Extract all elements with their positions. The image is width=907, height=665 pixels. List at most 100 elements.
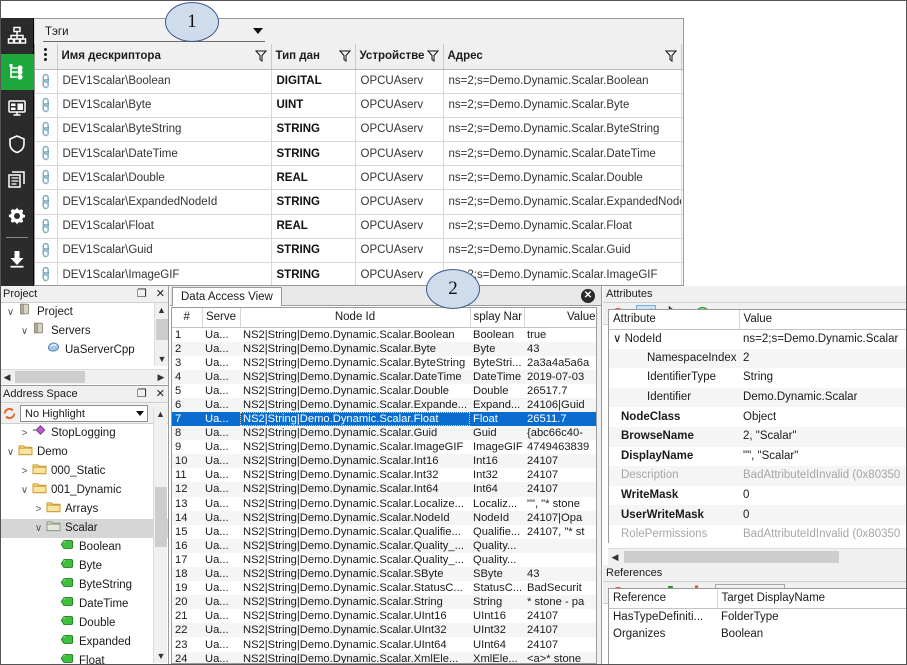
tree-item-stoplogging[interactable]: > StopLogging <box>0 424 168 443</box>
tree-item-bytestring[interactable]: ByteString <box>0 576 168 595</box>
dav-column-nodeid[interactable]: Node Id <box>240 308 471 328</box>
table-row[interactable]: 3 Ua... NS2|String|Demo.Dynamic.Scalar.Byt… <box>172 356 596 370</box>
table-row[interactable]: NodeClass Object <box>609 407 907 427</box>
refresh-icon[interactable] <box>2 406 17 421</box>
link-icon[interactable]: 🔗 <box>35 69 58 94</box>
dav-column-index[interactable]: # <box>172 308 203 328</box>
download-icon[interactable] <box>0 241 34 277</box>
twisty-icon[interactable]: ∨ <box>18 322 31 341</box>
table-row[interactable]: 4 Ua... NS2|String|Demo.Dynamic.Scalar.Dat… <box>172 369 596 384</box>
close-circle-icon[interactable]: ✕ <box>581 289 595 303</box>
tree-item-uaservercpp[interactable]: UaServerCpp <box>0 341 154 360</box>
table-row[interactable]: 9 Ua... NS2|String|Demo.Dynamic.Scalar.Ima… <box>172 440 596 454</box>
table-row[interactable]: 🔗 DEV1Scalar\Byte UINT OPCUAserv ns=2;s=Demo… <box>35 93 683 118</box>
restore-icon[interactable]: ❐ <box>137 388 147 400</box>
attributes-hscrollbar[interactable]: ◀ <box>608 548 907 565</box>
filter-icon[interactable] <box>426 50 439 65</box>
twisty-icon[interactable]: ∨ <box>4 303 17 322</box>
table-row[interactable]: 2 Ua... NS2|String|Demo.Dynamic.Scalar.Byt… <box>172 341 596 356</box>
scroll-thumb[interactable] <box>15 371 85 383</box>
network-topology-icon[interactable] <box>0 18 34 54</box>
scroll-up-icon[interactable]: ▲ <box>155 303 168 317</box>
tree-item-000-static[interactable]: >000_Static <box>0 462 168 481</box>
table-row[interactable]: WriteMask 0 <box>609 486 907 506</box>
table-row[interactable]: 24 Ua... NS2|String|Demo.Dynamic.Scalar.Xm… <box>172 651 596 663</box>
table-row[interactable]: 🔗 DEV1Scalar\ImageGIF STRING OPCUAserv ns=2;… <box>35 262 683 285</box>
table-row[interactable]: 8 Ua... NS2|String|Demo.Dynamic.Scalar.Gui… <box>172 426 596 441</box>
scroll-thumb[interactable] <box>624 551 839 563</box>
column-header-name[interactable]: Имя дескриптора <box>57 44 272 70</box>
table-row[interactable]: 20 Ua... NS2|String|Demo.Dynamic.Scalar.St… <box>172 595 596 610</box>
tree-item-scalar[interactable]: ∨ Scalar <box>0 519 168 538</box>
address-space-tree[interactable]: > StopLogging ∨ Demo >000_Static ∨ 001_Dynamic… <box>0 424 168 665</box>
tree-item-project[interactable]: ∨ Project <box>0 303 154 322</box>
dashboard-icon[interactable] <box>0 90 34 126</box>
attributes-column-value[interactable]: Value <box>739 310 907 330</box>
table-row[interactable]: DisplayName "", "Scalar" <box>609 447 907 467</box>
scroll-up-icon[interactable]: ▲ <box>154 407 167 421</box>
attributes-column-attribute[interactable]: Attribute <box>609 310 740 330</box>
filter-icon[interactable] <box>338 50 351 65</box>
table-row[interactable]: 12 Ua... NS2|String|Demo.Dynamic.Scalar.In… <box>172 482 596 497</box>
table-row[interactable]: 17 Ua... NS2|String|Demo.Dynamic.Scalar.Qu… <box>172 553 596 567</box>
link-icon[interactable]: 🔗 <box>35 117 58 143</box>
link-icon[interactable]: 🔗 <box>35 141 58 167</box>
table-row[interactable]: 🔗 DEV1Scalar\Double REAL OPCUAserv ns=2;s=De… <box>35 165 683 191</box>
tab-data-access-view[interactable]: Data Access View <box>172 287 282 306</box>
table-row[interactable]: 🔗 DEV1Scalar\ByteString STRING OPCUAserv ns=… <box>35 117 683 143</box>
table-row[interactable]: Identifier Demo.Dynamic.Scalar <box>609 387 907 408</box>
column-header-datatype[interactable]: Тип дан <box>271 44 356 70</box>
scroll-left-icon[interactable]: ◀ <box>608 550 622 564</box>
row-options-icon[interactable] <box>35 44 58 70</box>
table-row[interactable]: 🔗 DEV1Scalar\Float REAL OPCUAserv ns=2;s=Dem… <box>35 214 683 239</box>
scroll-thumb[interactable] <box>156 319 168 340</box>
tree-item-float[interactable]: Float <box>0 652 168 665</box>
scroll-left-icon[interactable]: ◀ <box>0 370 14 384</box>
twisty-icon[interactable]: ∨ <box>32 519 45 538</box>
scroll-down-icon[interactable]: ▼ <box>155 352 169 366</box>
tree-item-boolean[interactable]: Boolean <box>0 538 168 557</box>
table-row[interactable]: 🔗 DEV1Scalar\ExpandedNodeId STRING OPCUAser… <box>35 189 683 215</box>
column-header-extra[interactable]: H <box>681 44 683 70</box>
table-row[interactable]: NamespaceIndex 2 <box>609 348 907 369</box>
table-row[interactable]: 18 Ua... NS2|String|Demo.Dynamic.Scalar.SB… <box>172 567 596 582</box>
table-row[interactable]: Organizes Boolean <box>609 626 907 643</box>
highlight-combo[interactable]: No Highlight <box>20 404 148 422</box>
dav-column-value[interactable]: Value <box>524 308 596 328</box>
table-row[interactable]: 6 Ua... NS2|String|Demo.Dynamic.Scalar.Exp… <box>172 397 596 412</box>
table-row[interactable]: 16 Ua... NS2|String|Demo.Dynamic.Scalar.Qu… <box>172 538 596 553</box>
scroll-down-icon[interactable]: ▼ <box>154 649 168 663</box>
close-icon[interactable]: ✕ <box>156 288 165 300</box>
scroll-thumb[interactable] <box>155 487 167 547</box>
table-row[interactable]: RolePermissions BadAttributeIdInvalid (0x… <box>609 525 907 543</box>
twisty-icon[interactable]: ∨ <box>18 481 31 500</box>
table-row[interactable]: 7 Ua... NS2|String|Demo.Dynamic.Scalar.Flo… <box>172 411 596 427</box>
tree-item-001-dynamic[interactable]: ∨ 001_Dynamic <box>0 481 168 500</box>
table-row[interactable]: 23 Ua... NS2|String|Demo.Dynamic.Scalar.UI… <box>172 637 596 651</box>
filter-icon[interactable] <box>664 50 677 65</box>
table-row[interactable]: 11 Ua... NS2|String|Demo.Dynamic.Scalar.In… <box>172 468 596 482</box>
table-row[interactable]: 15 Ua... NS2|String|Demo.Dynamic.Scalar.Qu… <box>172 525 596 539</box>
dav-column-server[interactable]: Serve <box>202 308 241 328</box>
table-row[interactable]: 10 Ua... NS2|String|Demo.Dynamic.Scalar.In… <box>172 454 596 469</box>
dav-vscrollbar[interactable] <box>597 307 601 664</box>
dav-column-displayname[interactable]: splay Nar <box>470 308 525 328</box>
table-row[interactable]: 🔗 DEV1Scalar\DateTime STRING OPCUAserv ns=2;… <box>35 141 683 167</box>
twisty-icon[interactable]: > <box>18 424 31 443</box>
chevron-down-icon[interactable] <box>136 410 144 416</box>
link-icon[interactable]: 🔗 <box>35 93 58 118</box>
twisty-icon[interactable]: > <box>32 500 45 519</box>
link-icon[interactable]: 🔗 <box>35 262 58 285</box>
table-row[interactable]: 19 Ua... NS2|String|Demo.Dynamic.Scalar.St… <box>172 581 596 595</box>
documents-icon[interactable] <box>0 162 34 198</box>
chevron-down-icon[interactable] <box>253 28 263 34</box>
project-tree-vscrollbar[interactable]: ▲ ▼ <box>154 303 168 366</box>
close-icon[interactable]: ✕ <box>156 388 165 400</box>
table-row[interactable]: 5 Ua... NS2|String|Demo.Dynamic.Scalar.Dou… <box>172 384 596 398</box>
table-row[interactable]: HasTypeDefiniti... FolderType <box>609 608 907 626</box>
tree-item-demo[interactable]: ∨ Demo <box>0 443 168 462</box>
tree-item-servers[interactable]: ∨ Servers <box>0 322 154 341</box>
tags-combo[interactable]: Тэги <box>43 23 265 42</box>
table-row[interactable]: 21 Ua... NS2|String|Demo.Dynamic.Scalar.UI… <box>172 609 596 623</box>
project-tree[interactable]: ∨ Project ∨ Servers UaServerCpp <box>0 303 168 366</box>
